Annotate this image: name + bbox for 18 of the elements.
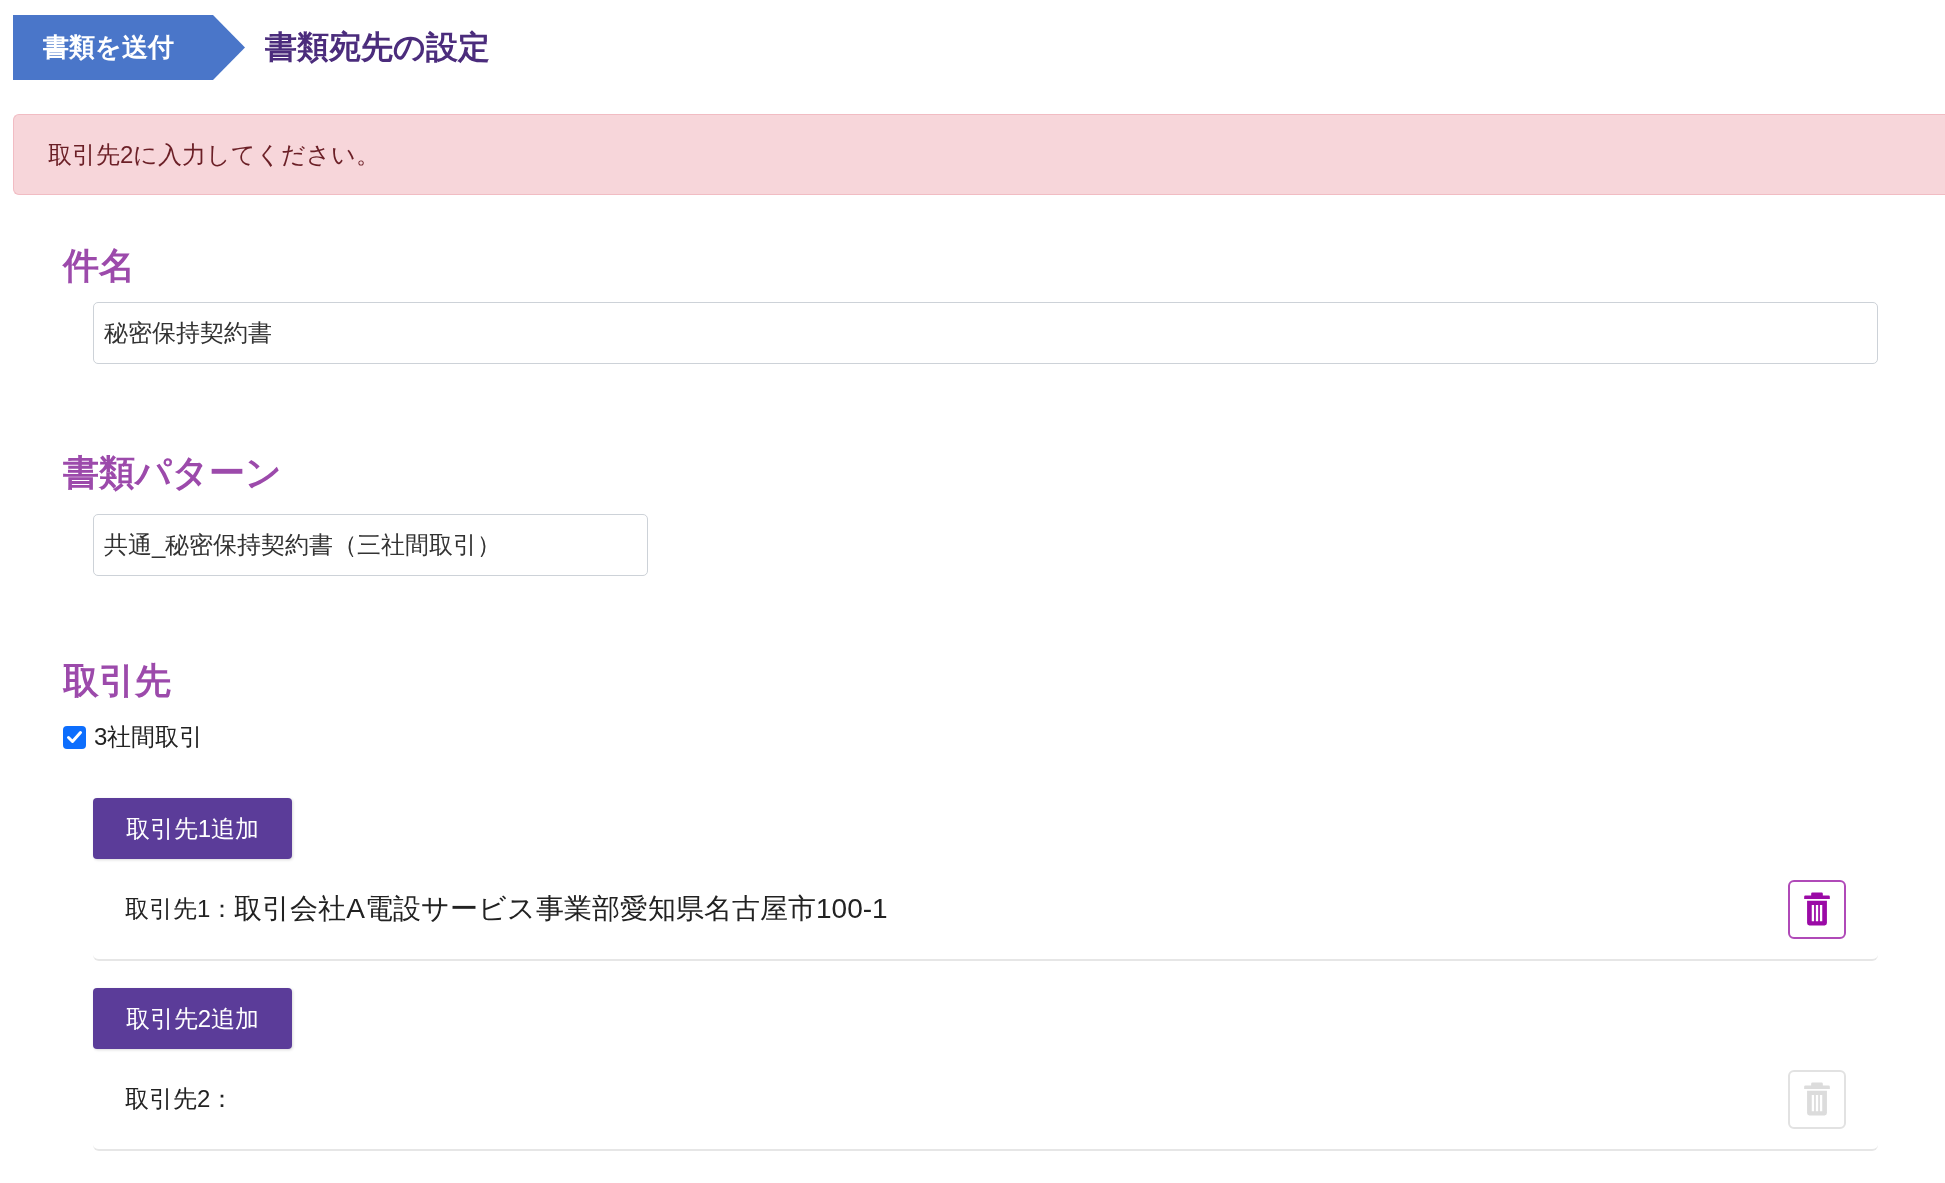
error-alert: 取引先2に入力してください。: [13, 114, 1945, 195]
add-partner-button[interactable]: 取引先2追加: [93, 988, 292, 1049]
document-pattern-field[interactable]: 共通_秘密保持契約書（三社間取引）: [93, 514, 648, 576]
section-heading: 取引先: [63, 659, 171, 703]
breadcrumb-step[interactable]: 書類を送付: [13, 15, 245, 80]
page-title: 書類宛先の設定: [265, 27, 490, 67]
section-heading: 件名: [63, 244, 135, 288]
partner-label: 取引先1：: [125, 894, 235, 924]
checkbox-label: 3社間取引: [94, 722, 204, 752]
section-heading: 書類パターン: [63, 451, 282, 495]
trash-icon: [1803, 892, 1831, 926]
subject-field[interactable]: 秘密保持契約書: [93, 302, 1878, 364]
trash-icon: [1803, 1082, 1831, 1116]
add-partner-button[interactable]: 取引先1追加: [93, 798, 292, 859]
partner-label: 取引先2：: [125, 1084, 235, 1114]
checkbox[interactable]: [63, 725, 86, 749]
delete-button[interactable]: [1788, 879, 1846, 939]
partner-value: 取引会社A電設サービス事業部愛知県名古屋市100-1: [234, 892, 888, 926]
